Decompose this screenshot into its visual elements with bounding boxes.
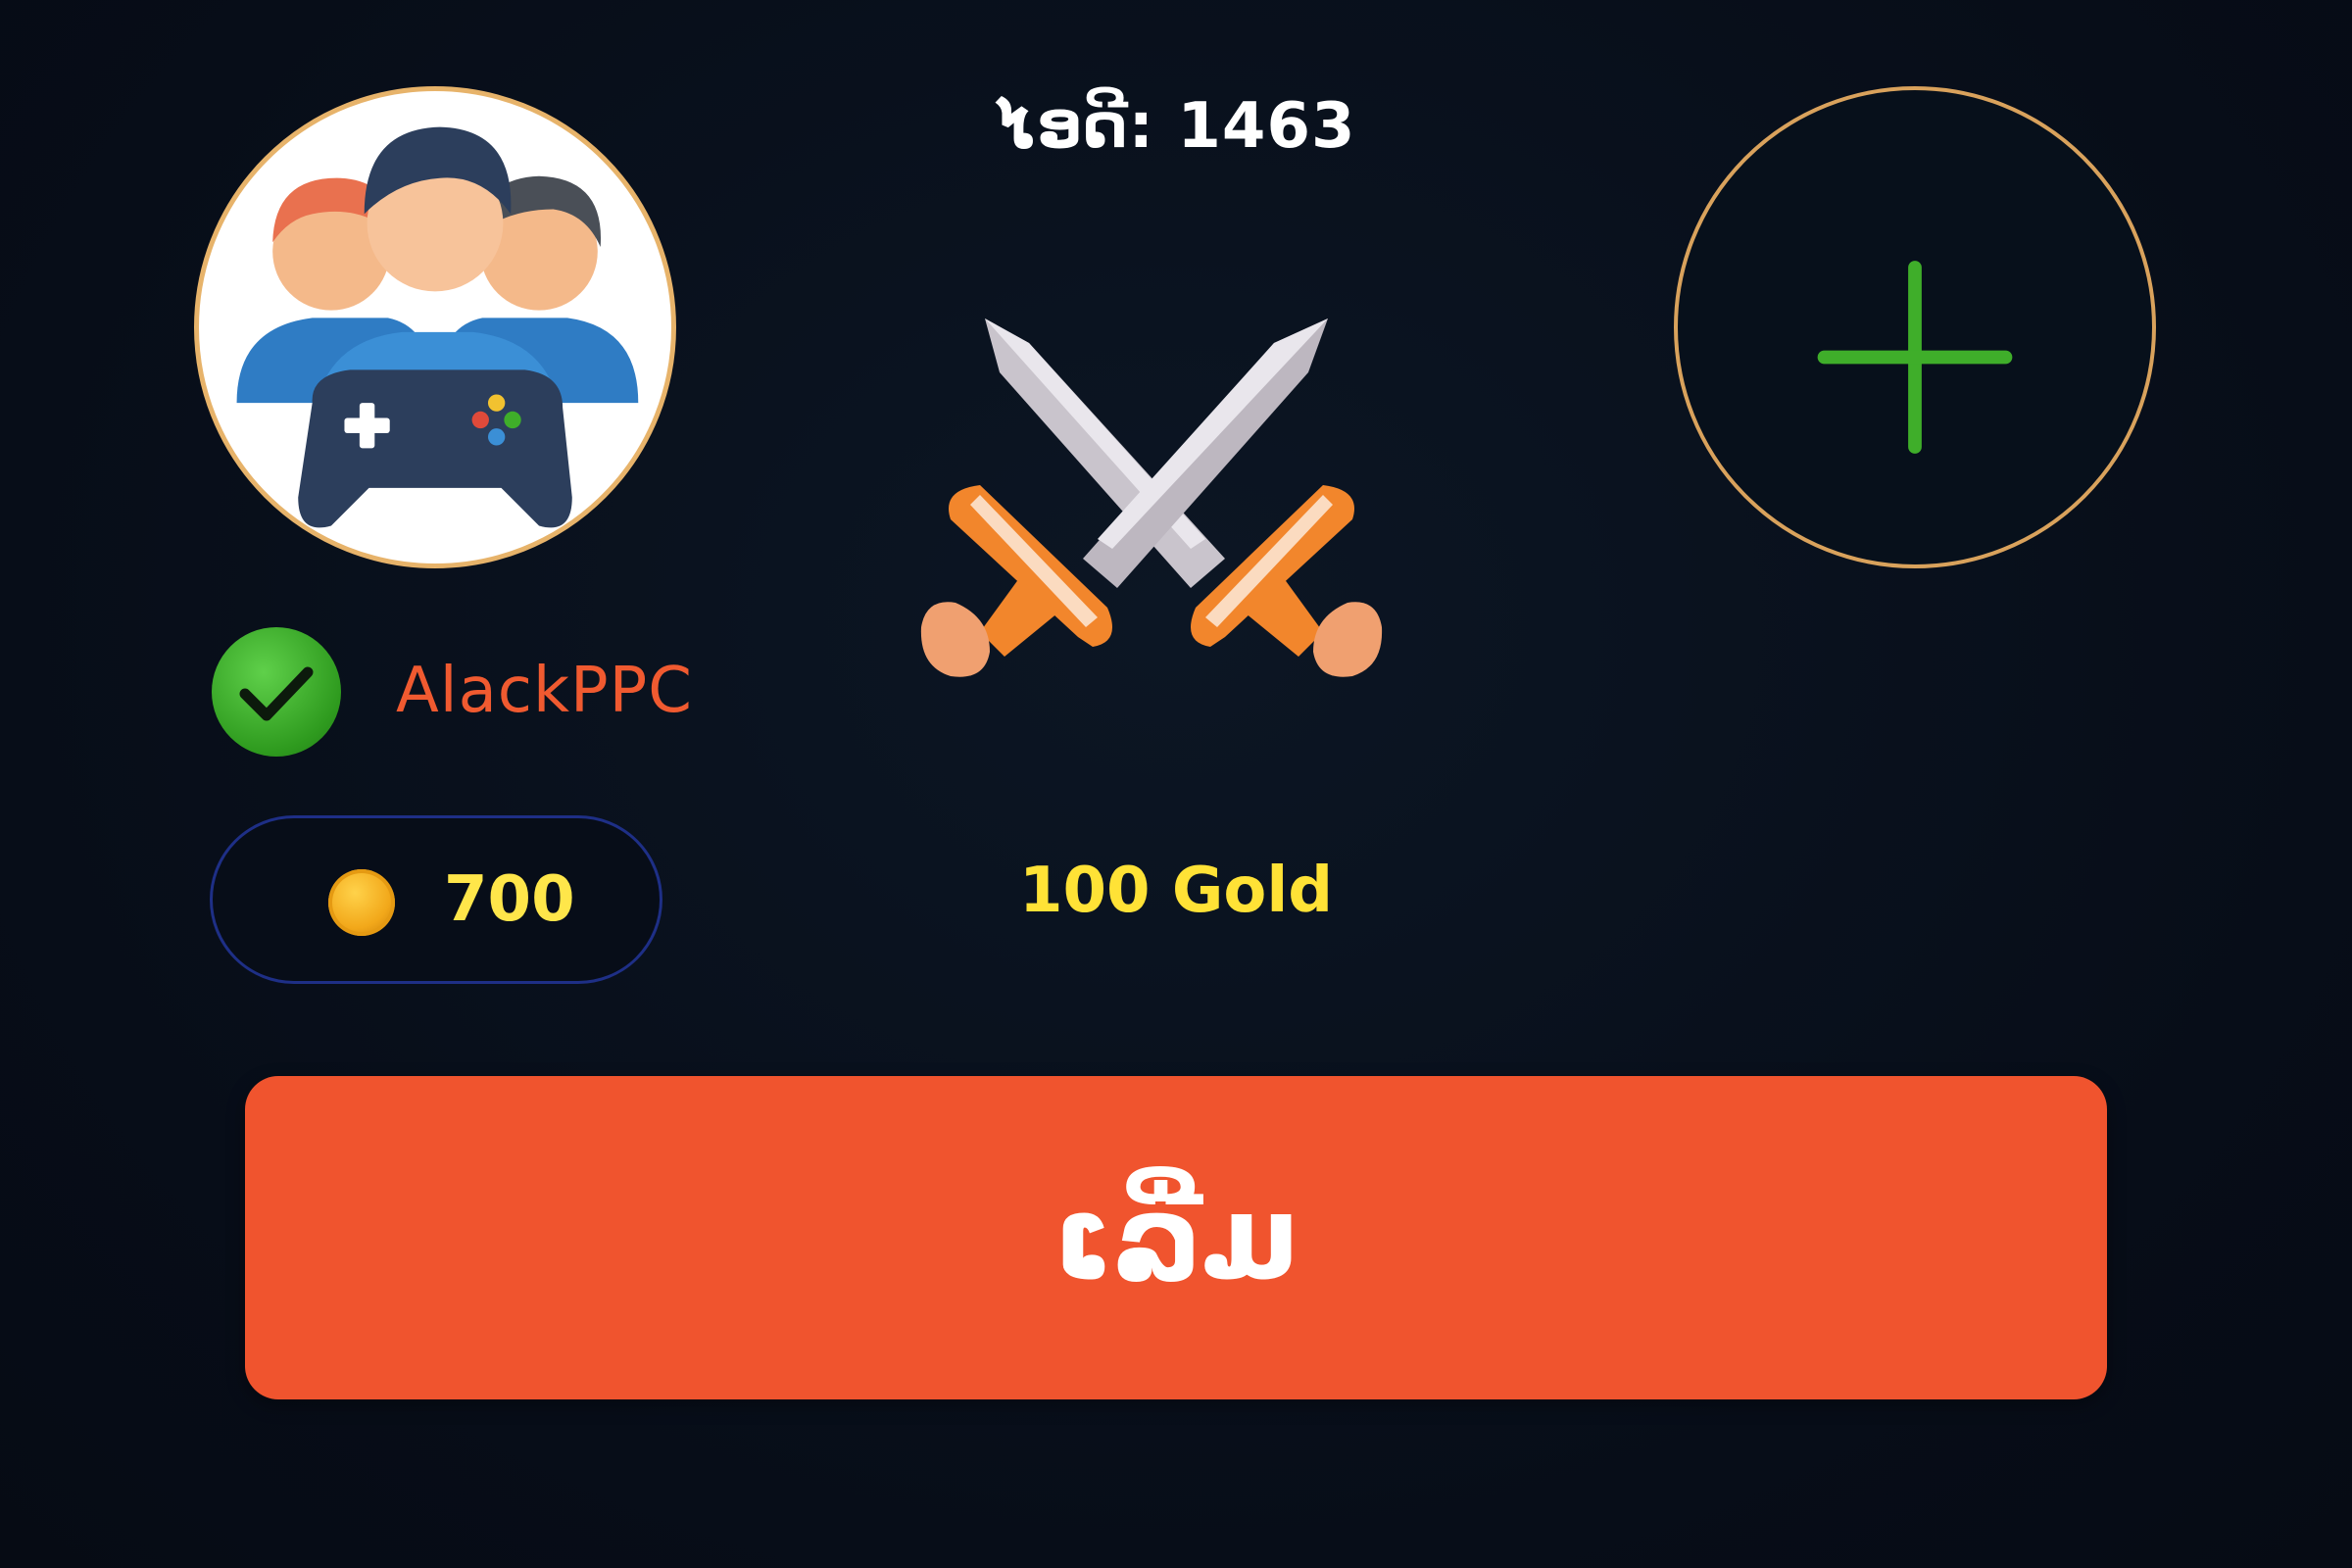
add-opponent-button[interactable] [1674, 86, 2156, 568]
player-id-label: ໄອດີ: 1463 [996, 90, 1356, 163]
checkmark-icon [239, 666, 314, 721]
player-username: AlackPPC [396, 655, 693, 727]
plus-icon [1817, 261, 2013, 454]
crossed-swords-icon [911, 304, 1392, 715]
coin-balance[interactable]: 700 [210, 815, 662, 984]
match-prize: 100 Gold [1018, 855, 1334, 927]
verified-badge [212, 627, 341, 757]
coin-icon [328, 869, 395, 936]
start-button-label: ເລີ່ມ [1053, 1170, 1299, 1305]
coin-amount: 700 [444, 863, 575, 936]
game-lobby-screen: ໄອດີ: 1463 AlackPPC 700 100 Gold ເລີ່ມ [0, 0, 2352, 1568]
player-avatar[interactable] [194, 86, 676, 568]
start-button[interactable]: ເລີ່ມ [245, 1076, 2107, 1399]
gamers-group-icon [236, 126, 639, 528]
